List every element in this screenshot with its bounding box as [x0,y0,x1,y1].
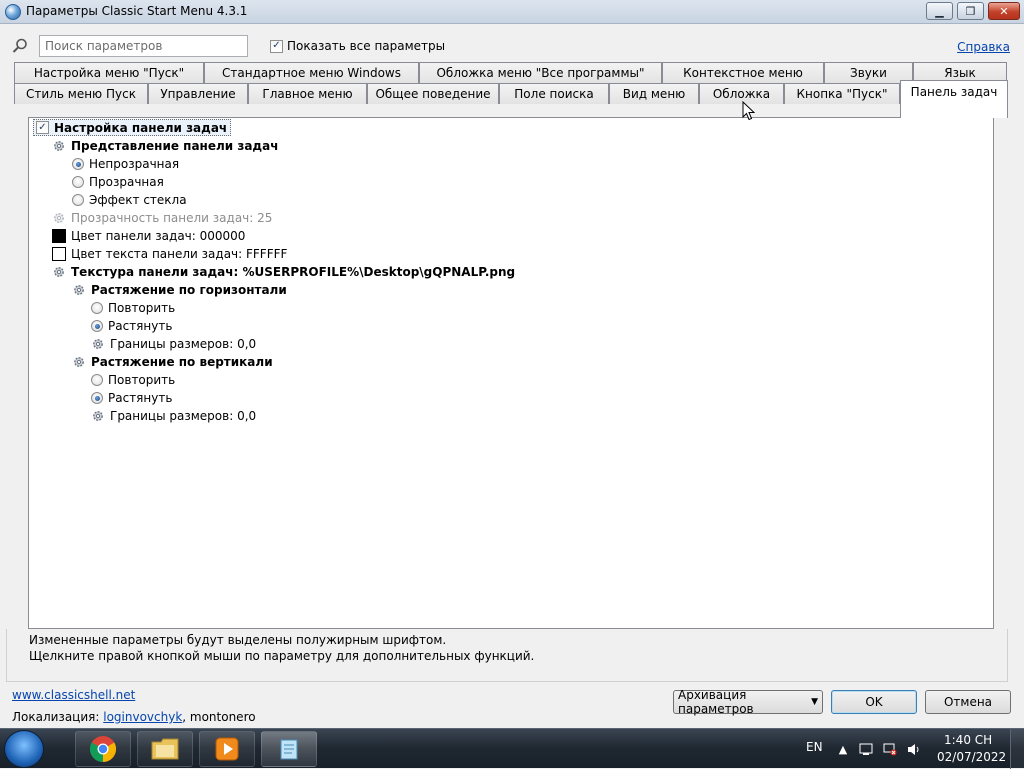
gear-icon [93,339,103,349]
info-line-1: Измененные параметры будут выделены полу… [29,633,447,647]
tree-item-taskbar-texture[interactable]: Текстура панели задач: %USERPROFILE%\Des… [52,263,515,281]
tray-expand-icon[interactable]: ▲ [836,743,850,756]
localizer-link[interactable]: loginvovchyk [103,710,182,724]
radio-v-repeat[interactable]: Повторить [91,371,175,389]
chrome-icon[interactable] [75,731,131,767]
radio-button-selected[interactable] [91,320,103,332]
clock-time[interactable]: 1:40 CH [944,733,992,747]
tree-root-taskbar-settings[interactable]: ✓ Настройка панели задач [33,119,232,136]
ok-button[interactable]: OK [831,690,917,714]
radio-button[interactable] [91,302,103,314]
media-player-icon[interactable] [199,731,255,767]
tree-item-h-margins[interactable]: Границы размеров: 0,0 [91,335,256,353]
language-indicator[interactable]: EN [806,740,823,754]
color-swatch-black [52,229,66,243]
radio-transparent[interactable]: Прозрачная [72,173,164,191]
tab-menu-style[interactable]: Стиль меню Пуск [14,83,148,104]
dropdown-arrow-icon: ▼ [811,697,818,707]
radio-v-stretch[interactable]: Растянуть [91,389,172,407]
minimize-button[interactable]: ▁ [926,2,953,20]
info-box: Измененные параметры будут выделены полу… [6,629,1008,682]
search-input[interactable] [39,35,248,57]
color-swatch-white [52,247,66,261]
radio-h-repeat[interactable]: Повторить [91,299,175,317]
show-desktop-button[interactable] [1010,729,1024,769]
maximize-button[interactable]: ❐ [957,2,984,20]
radio-h-stretch[interactable]: Растянуть [91,317,172,335]
tree-item-taskbar-look[interactable]: Представление панели задач [52,137,278,155]
action-center-flag-icon[interactable] [859,743,873,756]
gear-icon [93,411,103,421]
show-all-checkbox[interactable]: ✓ [270,39,283,53]
tab-taskbar[interactable]: Панель задач [900,80,1008,118]
title-bar[interactable]: Параметры Classic Start Menu 4.3.1 ▁ ❐ ✕ [0,0,1024,24]
tab-all-programs-skin[interactable]: Обложка меню "Все программы" [419,62,662,83]
taskbar-settings-checkbox[interactable]: ✓ [36,121,49,134]
volume-icon[interactable] [907,743,921,756]
tree-item-v-margins[interactable]: Границы размеров: 0,0 [91,407,256,425]
gear-icon [74,285,84,295]
settings-tree[interactable]: ✓ Настройка панели задач Представление п… [28,117,994,629]
tree-item-vertical-stretch[interactable]: Растяжение по вертикали [72,353,273,371]
info-line-2: Щелкните правой кнопкой мыши по параметр… [29,649,535,663]
taskbar: EN ▲ 1:40 CH 02/07/2022 [0,728,1024,769]
cancel-button[interactable]: Отмена [925,690,1011,714]
radio-button-selected[interactable] [72,158,84,170]
website-link[interactable]: www.classicshell.net [12,688,135,702]
tree-item-horizontal-stretch[interactable]: Растяжение по горизонтали [72,281,287,299]
explorer-folder-icon[interactable] [137,731,193,767]
tree-item-taskbar-color[interactable]: Цвет панели задач: 000000 [52,227,245,245]
gear-icon [54,213,64,223]
tab-windows-start-menu[interactable]: Стандартное меню Windows [204,62,419,83]
start-orb-icon[interactable] [4,730,44,768]
radio-opaque[interactable]: Непрозрачная [72,155,179,173]
gear-icon [54,141,64,151]
radio-glass[interactable]: Эффект стекла [72,191,187,209]
help-link[interactable]: Справка [957,40,1010,54]
gear-icon [54,267,64,277]
gear-icon [74,357,84,367]
localization-credits: Локализация: loginvovchyk, montonero [12,710,256,724]
tab-start-menu-settings[interactable]: Настройка меню "Пуск" [14,62,204,83]
backup-settings-button[interactable]: Архивация параметров ▼ [673,688,823,716]
tab-context-menu[interactable]: Контекстное меню [662,62,824,83]
tree-item-taskbar-opacity[interactable]: Прозрачность панели задач: 25 [52,209,272,227]
tab-search-box[interactable]: Поле поиска [499,83,609,104]
app-icon [5,4,21,20]
radio-button[interactable] [72,194,84,206]
radio-button[interactable] [72,176,84,188]
mouse-cursor-icon [742,101,755,121]
show-all-settings[interactable]: ✓ Показать все параметры [270,39,445,53]
tree-item-text-color[interactable]: Цвет текста панели задач: FFFFFF [52,245,287,263]
show-all-label: Показать все параметры [287,39,446,53]
search-icon [11,37,29,55]
tab-menu-look[interactable]: Вид меню [609,83,699,104]
tab-main-menu[interactable]: Главное меню [248,83,367,104]
radio-button-selected[interactable] [91,392,103,404]
window-title: Параметры Classic Start Menu 4.3.1 [26,4,248,18]
clock-date[interactable]: 02/07/2022 [937,750,1006,764]
tab-start-button[interactable]: Кнопка "Пуск" [784,83,900,104]
notepad-icon[interactable] [261,731,317,767]
network-icon[interactable] [883,743,897,756]
tab-general-behavior[interactable]: Общее поведение [367,83,499,104]
close-button[interactable]: ✕ [988,2,1020,20]
tab-controls[interactable]: Управление [148,83,248,104]
radio-button[interactable] [91,374,103,386]
